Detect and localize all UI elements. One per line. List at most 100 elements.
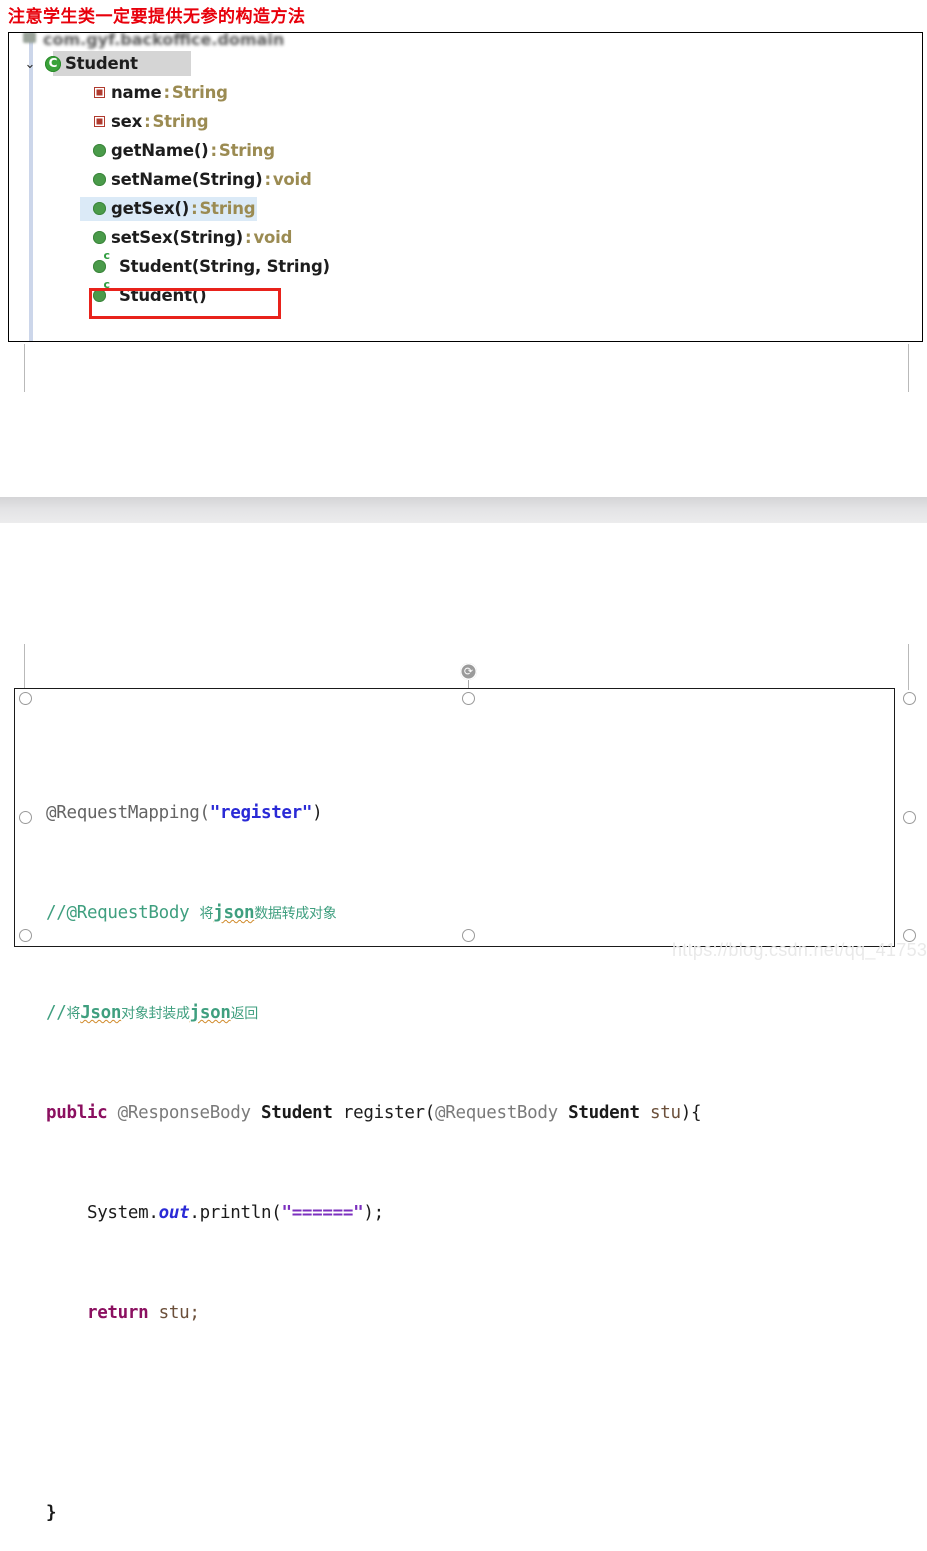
tree-item-label: Student: [65, 54, 138, 73]
code-token-method-name: register: [342, 1103, 425, 1123]
code-token-annotation: @RequestMapping(: [46, 803, 210, 823]
margin-guide-left: [24, 644, 25, 690]
margin-guide-left: [24, 344, 25, 392]
method-icon: [87, 202, 111, 215]
code-token-param-type: Student: [568, 1103, 640, 1123]
code-token-keyword: public: [46, 1103, 108, 1123]
resize-handle-middle-right[interactable]: [903, 811, 916, 824]
tree-item-method-getname[interactable]: getName() : String: [9, 136, 922, 165]
code-token-comment: //: [46, 1003, 67, 1023]
code-token-comment-cn: 将: [199, 906, 214, 922]
tree-item-label: Student(String, String): [119, 257, 330, 276]
tree-item-package[interactable]: com.gyf.backoffice.domain: [9, 32, 922, 49]
method-icon: [87, 144, 111, 157]
field-icon: [87, 88, 111, 97]
tree-item-method-setname[interactable]: setName(String) : void: [9, 165, 922, 194]
tree-item-separator: :: [210, 141, 218, 160]
code-token-punct: ){: [680, 1103, 702, 1123]
outline-tree: com.gyf.backoffice.domain ⌄ Student name…: [9, 33, 922, 310]
code-token-variable: stu;: [148, 1303, 200, 1323]
tree-item-label: sex: [111, 112, 143, 131]
code-token-string: "register": [209, 803, 313, 823]
code-token-punct: );: [363, 1203, 384, 1223]
margin-guide-right: [908, 644, 909, 690]
code-line-1: @RequestMapping("register"): [46, 801, 701, 826]
tree-item-method-getsex[interactable]: getSex() : String: [9, 194, 922, 223]
code-token-comment: //@RequestBody: [46, 903, 200, 923]
watermark: https://blog.csdn.net/qq_41753340: [672, 940, 927, 960]
tree-item-class-student[interactable]: ⌄ Student: [9, 49, 922, 78]
package-icon: [23, 33, 36, 43]
tree-item-type: String: [152, 112, 209, 131]
tree-item-label: setName(String): [111, 170, 263, 189]
code-token-call: .println(: [189, 1203, 282, 1223]
tree-item-separator: :: [245, 228, 252, 247]
code-token-comment-keyword: json: [213, 903, 255, 923]
resize-handle-top-left[interactable]: [19, 692, 32, 705]
tree-item-constructor-noarg[interactable]: Student(): [9, 278, 922, 310]
tree-item-separator: :: [144, 112, 151, 131]
constructor-icon: [87, 249, 111, 273]
page-break-separator: [0, 497, 927, 523]
code-token-annotation: @ResponseBody: [117, 1103, 251, 1123]
code-token-comment-cn: 对象封装成: [121, 1006, 190, 1022]
resize-handle-bottom-left[interactable]: [19, 929, 32, 942]
code-token-keyword: return: [86, 1303, 149, 1323]
tree-item-field-sex[interactable]: sex : String: [9, 107, 922, 136]
code-token-brace: }: [46, 1503, 57, 1523]
tree-item-label: getSex(): [111, 199, 190, 218]
code-token-punct: (: [424, 1103, 436, 1123]
code-token-punct: ): [312, 803, 323, 823]
class-icon: [41, 55, 65, 72]
resize-handle-middle-left[interactable]: [19, 811, 32, 824]
annotation-heading: 注意学生类一定要提供无参的构造方法: [8, 7, 306, 27]
tree-item-type: String: [199, 199, 256, 218]
tree-item-field-name[interactable]: name : String: [9, 78, 922, 107]
code-token-system: System.: [86, 1203, 159, 1223]
code-token-comment-cn: 返回: [230, 1006, 259, 1022]
tree-item-type: void: [272, 170, 312, 189]
code-line-6: return stu;: [46, 1301, 701, 1326]
code-line-4: public @ResponseBody Student register(@R…: [46, 1101, 702, 1126]
code-listing: @RequestMapping("register") //@RequestBo…: [46, 726, 702, 1551]
method-icon: [87, 231, 111, 244]
tree-item-label: com.gyf.backoffice.domain: [43, 32, 285, 49]
tree-item-type: String: [171, 83, 228, 102]
constructor-icon: [87, 278, 111, 302]
resize-handle-top-right[interactable]: [903, 692, 916, 705]
chevron-down-icon[interactable]: ⌄: [19, 56, 41, 72]
code-token-comment-cn: 将: [66, 1006, 81, 1022]
tree-item-constructor-args[interactable]: Student(String, String): [9, 249, 922, 281]
resize-handle-top-center[interactable]: [462, 692, 475, 705]
margin-guide-right: [908, 344, 909, 392]
tree-item-type: String: [218, 141, 275, 160]
code-token-param-name: stu: [650, 1103, 681, 1123]
code-token-string: "======": [281, 1203, 364, 1223]
code-line-3: //将Json对象封装成json返回: [46, 1001, 701, 1026]
tree-item-label: setSex(String): [111, 228, 244, 247]
tree-item-separator: :: [191, 199, 198, 218]
tree-item-separator: :: [163, 83, 170, 102]
code-token-comment-cn: 数据转成对象: [254, 906, 337, 922]
field-icon: [87, 117, 111, 126]
tree-item-label: name: [111, 83, 162, 102]
tree-item-type: void: [253, 228, 293, 247]
outline-panel: com.gyf.backoffice.domain ⌄ Student name…: [8, 32, 923, 342]
code-token-comment-keyword: json: [189, 1003, 231, 1023]
tree-item-separator: :: [264, 170, 271, 189]
tree-item-method-setsex[interactable]: setSex(String) : void: [9, 223, 922, 252]
rotate-handle-icon[interactable]: ⟳: [460, 663, 477, 680]
tree-item-label: Student(): [119, 286, 207, 305]
code-token-comment-keyword: Json: [80, 1003, 122, 1023]
tree-item-label: getName(): [111, 141, 209, 160]
code-line-5: System.out.println("======");: [46, 1201, 701, 1226]
code-line-2: //@RequestBody 将json数据转成对象: [46, 901, 701, 926]
method-icon: [87, 173, 111, 186]
code-line-8: }: [46, 1501, 701, 1526]
